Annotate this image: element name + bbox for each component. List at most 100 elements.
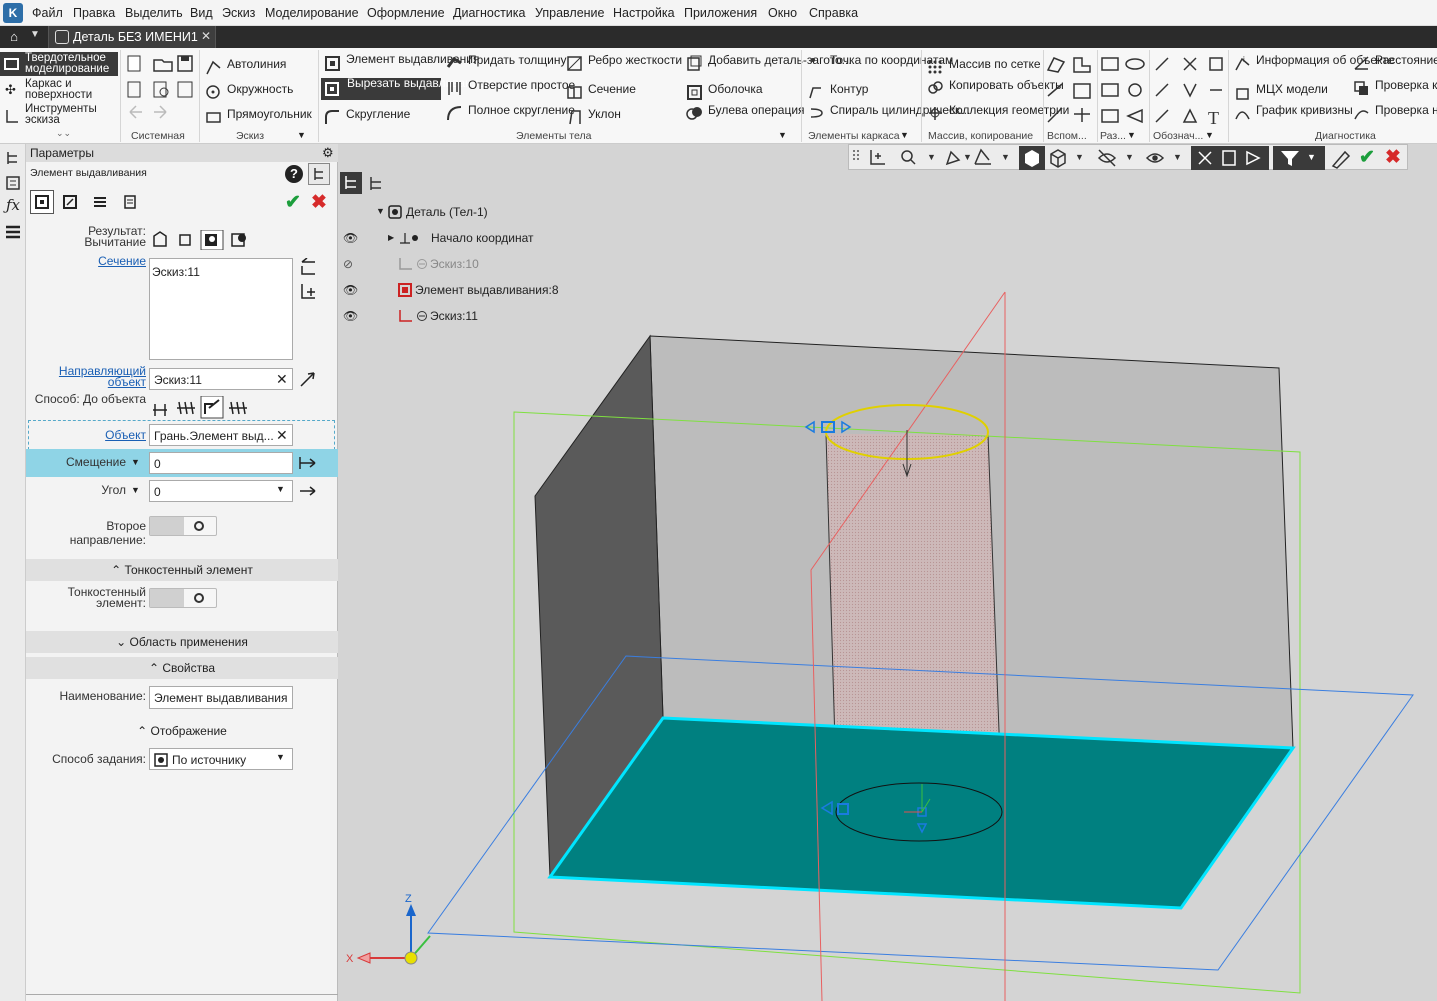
- mode-sketch-tools[interactable]: Инструменты эскиза: [0, 103, 118, 127]
- tab-properties-icon[interactable]: [122, 194, 138, 210]
- 3d-viewport[interactable]: ▼ ▼ ▼ ▼ ▼ ▼ ▼ ✔ ✖ ▼ Деталь (Тел-1) 👁 ▶ Н…: [338, 144, 1437, 1001]
- mode-select[interactable]: По источнику ▼: [149, 748, 293, 770]
- second-direction-toggle[interactable]: [149, 516, 217, 536]
- extrude-icon: [325, 56, 340, 71]
- document-tab[interactable]: Деталь БЕЗ ИМЕНИ1 ✕: [48, 26, 216, 48]
- wireframe-icon: ✣: [5, 82, 16, 97]
- annotation-tools-icons[interactable]: T: [1152, 54, 1228, 126]
- menu-modeling[interactable]: Моделирование: [265, 6, 359, 20]
- menu-settings[interactable]: Настройка: [613, 6, 675, 20]
- panel-subtitle: Элемент выдавливания: [30, 167, 147, 179]
- ok-icon[interactable]: ✔: [285, 191, 301, 214]
- selected-bottom-face[interactable]: [547, 716, 1296, 910]
- tree-toggle-button[interactable]: [308, 163, 330, 185]
- collection-icon: [929, 107, 942, 120]
- group-label-sketch: Эскиз: [236, 130, 265, 142]
- thin-wall-label: Тонкостенный элемент:: [67, 585, 146, 610]
- group-label-array: Массив, копирование: [928, 130, 1034, 142]
- chevron-down-icon[interactable]: ▼: [30, 29, 40, 40]
- chevron-down-icon[interactable]: ▼: [1127, 130, 1136, 140]
- clear-icon[interactable]: ✕: [276, 427, 288, 444]
- result-label: Результат: Вычитание: [84, 224, 146, 249]
- tab-parameters[interactable]: [30, 190, 54, 214]
- section-list[interactable]: Эскиз:11: [149, 258, 293, 360]
- menu-diagnostics[interactable]: Диагностика: [453, 6, 525, 20]
- mode-wireframe[interactable]: ✣ Каркас и поверхности: [0, 78, 118, 102]
- chevron-down-icon[interactable]: ▼: [276, 484, 285, 494]
- scope-section-header[interactable]: ⌄ Область применения: [26, 631, 338, 653]
- chevron-down-icon[interactable]: ▼: [1205, 130, 1214, 140]
- boolean-icon: [686, 107, 702, 120]
- cut-extrude-icon: [325, 82, 339, 96]
- guide-object-link[interactable]: Направляющий объект: [30, 365, 146, 388]
- aux-tools-icons[interactable]: [1046, 54, 1098, 126]
- gear-icon[interactable]: ⚙: [322, 145, 334, 161]
- mode-solid-modeling[interactable]: Твердотельное моделирование: [0, 52, 118, 76]
- thin-wall-section-header[interactable]: ⌃ Тонкостенный элемент: [26, 559, 338, 581]
- direction-arrow-icon[interactable]: [298, 369, 318, 389]
- chevron-down-icon[interactable]: ▼: [131, 457, 140, 467]
- menu-bar: K Файл Правка Выделить Вид Эскиз Моделир…: [0, 0, 1437, 26]
- object-field[interactable]: Грань.Элемент выд... ✕: [149, 424, 293, 446]
- angle-input[interactable]: 0 ▼: [149, 480, 293, 502]
- layers-icon[interactable]: [5, 224, 21, 240]
- section-link[interactable]: Сечение: [30, 254, 146, 268]
- chevron-down-icon[interactable]: ▼: [297, 130, 306, 140]
- angle-direction-icon[interactable]: [298, 483, 318, 499]
- chevron-down-icon[interactable]: ▼: [276, 752, 285, 762]
- shell-icon: [687, 85, 702, 100]
- guide-object-field[interactable]: Эскиз:11 ✕: [149, 368, 293, 390]
- menu-design[interactable]: Оформление: [367, 6, 445, 20]
- menu-manage[interactable]: Управление: [535, 6, 605, 20]
- method-icons[interactable]: [151, 396, 251, 420]
- variables-icon[interactable]: ƒx: [6, 196, 20, 214]
- home-icon[interactable]: ⌂: [4, 29, 24, 45]
- dimension-tools-icons[interactable]: [1100, 54, 1148, 126]
- menu-help[interactable]: Справка: [809, 6, 858, 20]
- expand-icon[interactable]: ⌄⌄: [56, 128, 71, 139]
- menu-file[interactable]: Файл: [32, 6, 63, 20]
- offset-direction-icon[interactable]: [298, 455, 318, 471]
- offset-input[interactable]: 0: [149, 452, 293, 474]
- chevron-down-icon[interactable]: ▼: [900, 130, 909, 140]
- result-mode-icons[interactable]: [152, 230, 252, 250]
- thin-wall-toggle[interactable]: [149, 588, 217, 608]
- properties-icon[interactable]: [5, 175, 21, 191]
- system-tools-icons[interactable]: [126, 54, 216, 124]
- section-list-item[interactable]: Эскиз:11: [152, 265, 200, 279]
- menu-select[interactable]: Выделить: [125, 6, 183, 20]
- menu-window[interactable]: Окно: [768, 6, 797, 20]
- name-input[interactable]: Элемент выдавливания: [149, 686, 293, 709]
- chevron-down-icon[interactable]: ▼: [778, 130, 787, 140]
- solid-icon: [4, 58, 19, 70]
- cut-extrude-button[interactable]: Вырезать выдавливанием: [321, 77, 493, 100]
- chevron-down-icon[interactable]: ▼: [131, 485, 140, 495]
- model-scene[interactable]: Z X: [338, 144, 1437, 1001]
- tree-icon[interactable]: [5, 150, 21, 166]
- tab-draft-icon[interactable]: [92, 194, 108, 210]
- app-logo-icon[interactable]: K: [3, 3, 23, 23]
- draft-icon: [569, 110, 581, 125]
- extrude-element-button[interactable]: Элемент выдавливания: [324, 53, 480, 76]
- hole-icon: [448, 82, 461, 95]
- point-icon: [811, 58, 815, 62]
- menu-view[interactable]: Вид: [190, 6, 213, 20]
- create-sketch-icon[interactable]: [299, 282, 319, 302]
- tab-thin-wall-icon[interactable]: [62, 194, 78, 210]
- menu-edit[interactable]: Правка: [73, 6, 115, 20]
- menu-sketch[interactable]: Эскиз: [222, 6, 255, 20]
- menu-apps[interactable]: Приложения: [684, 6, 757, 20]
- distance-icon: [1354, 56, 1369, 70]
- help-icon[interactable]: ?: [285, 165, 303, 183]
- circle-icon: [206, 85, 220, 99]
- extrude-icon: [35, 195, 49, 209]
- select-sketch-icon[interactable]: [299, 258, 319, 278]
- object-link[interactable]: Объект: [30, 428, 146, 442]
- cancel-icon[interactable]: ✖: [311, 191, 327, 214]
- second-direction-label: Второе направление:: [69, 519, 146, 547]
- close-icon[interactable]: ✕: [201, 29, 211, 43]
- properties-section-header[interactable]: ⌃ Свойства: [26, 657, 338, 679]
- panel-header: Параметры ⚙: [26, 144, 338, 162]
- clear-icon[interactable]: ✕: [276, 371, 288, 388]
- display-section-header[interactable]: ⌃ Отображение: [26, 724, 338, 738]
